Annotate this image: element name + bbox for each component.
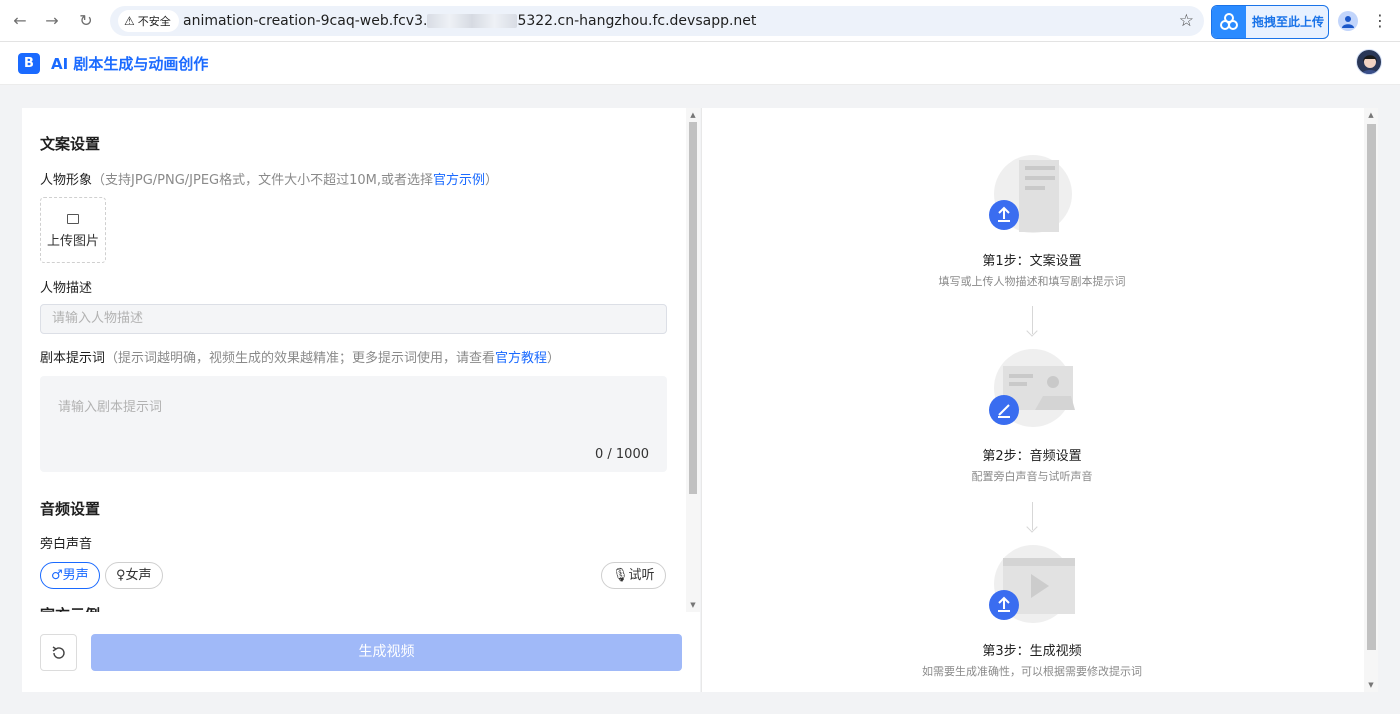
official-example-link[interactable]: 官方示例 [433,173,485,188]
menu-dots-icon[interactable]: ⋮ [1370,9,1390,33]
examples-section-title: 官方示例 [40,604,100,612]
character-desc-input[interactable]: 请输入人物描述 [40,304,667,334]
app-title: AI 剧本生成与动画创作 [51,55,209,73]
char-count: 0 / 1000 [595,447,649,462]
back-icon[interactable]: ← [8,9,32,33]
edit-settings-illustration [989,349,1075,427]
steps-scrollbar[interactable]: ▲ ▼ [1364,108,1378,692]
browser-toolbar: ← → ↻ ⚠ 不安全 animation-creation-9caq-web.f… [0,0,1400,42]
profile-icon[interactable] [1338,11,1358,31]
warning-icon: ⚠ [124,14,135,28]
form-scroll-area[interactable]: 文案设置 人物形象（支持JPG/PNG/JPEG格式，文件大小不超过10M,或者… [22,108,686,612]
scroll-down-icon[interactable]: ▼ [1364,681,1378,689]
desc-label: 人物描述 [40,281,93,296]
step-arrow [1032,502,1033,530]
form-panel: 文案设置 人物形象（支持JPG/PNG/JPEG格式，文件大小不超过10M,或者… [22,108,700,692]
generate-video-button[interactable]: 生成视频 [91,634,682,671]
prompt-label: 剧本提示词（提示词越明确，视频生成的效果越精准；更多提示词使用，请查看官方教程） [40,351,561,366]
image-icon [67,214,79,224]
redacted-segment [427,14,518,28]
scroll-thumb[interactable] [1367,124,1376,650]
video-upload-illustration [989,545,1075,623]
app-header: B AI 剧本生成与动画创作 [0,42,1400,85]
url-text[interactable]: animation-creation-9caq-web.fcv3. 5322.cn… [183,6,756,36]
step-arrow [1032,306,1033,334]
reset-button[interactable] [40,634,77,671]
app-logo: B [18,53,40,74]
upload-extension-button[interactable]: 拖拽至此上传 [1211,5,1329,39]
upload-image-button[interactable]: 上传图片 [40,197,106,263]
female-voice-option[interactable]: ♀女声 [105,562,163,589]
scroll-up-icon[interactable]: ▲ [686,111,700,119]
forward-icon[interactable]: → [40,9,64,33]
steps-panel: 第1步：文案设置 填写或上传人物描述和填写剧本提示词 第2步：音频设置 配置旁白… [701,108,1378,692]
address-bar[interactable]: ⚠ 不安全 animation-creation-9caq-web.fcv3. 53… [110,6,1204,36]
character-label: 人物形象（支持JPG/PNG/JPEG格式，文件大小不超过10M,或者选择官方示… [40,173,499,188]
star-icon[interactable]: ☆ [1179,6,1194,36]
reset-icon [52,646,65,659]
audio-section-title: 音频设置 [40,500,101,518]
reload-icon[interactable]: ↻ [74,9,98,33]
copy-section-title: 文案设置 [40,135,101,153]
security-indicator[interactable]: ⚠ 不安全 [118,10,179,32]
form-scrollbar[interactable]: ▲ ▼ [686,108,700,612]
official-tutorial-link[interactable]: 官方教程 [495,351,547,366]
scroll-down-icon[interactable]: ▼ [686,601,700,609]
prompt-textarea[interactable]: 请输入剧本提示词 0 / 1000 [40,376,667,472]
scroll-thumb[interactable] [689,122,697,494]
cloud-extension-icon [1212,6,1246,38]
male-voice-option[interactable]: ♂男声 [40,562,100,589]
preview-audio-button[interactable]: 🎙试听 [601,562,666,589]
avatar[interactable] [1356,49,1382,75]
narration-label: 旁白声音 [40,537,93,552]
document-upload-illustration [989,155,1072,233]
scroll-up-icon[interactable]: ▲ [1364,111,1378,119]
